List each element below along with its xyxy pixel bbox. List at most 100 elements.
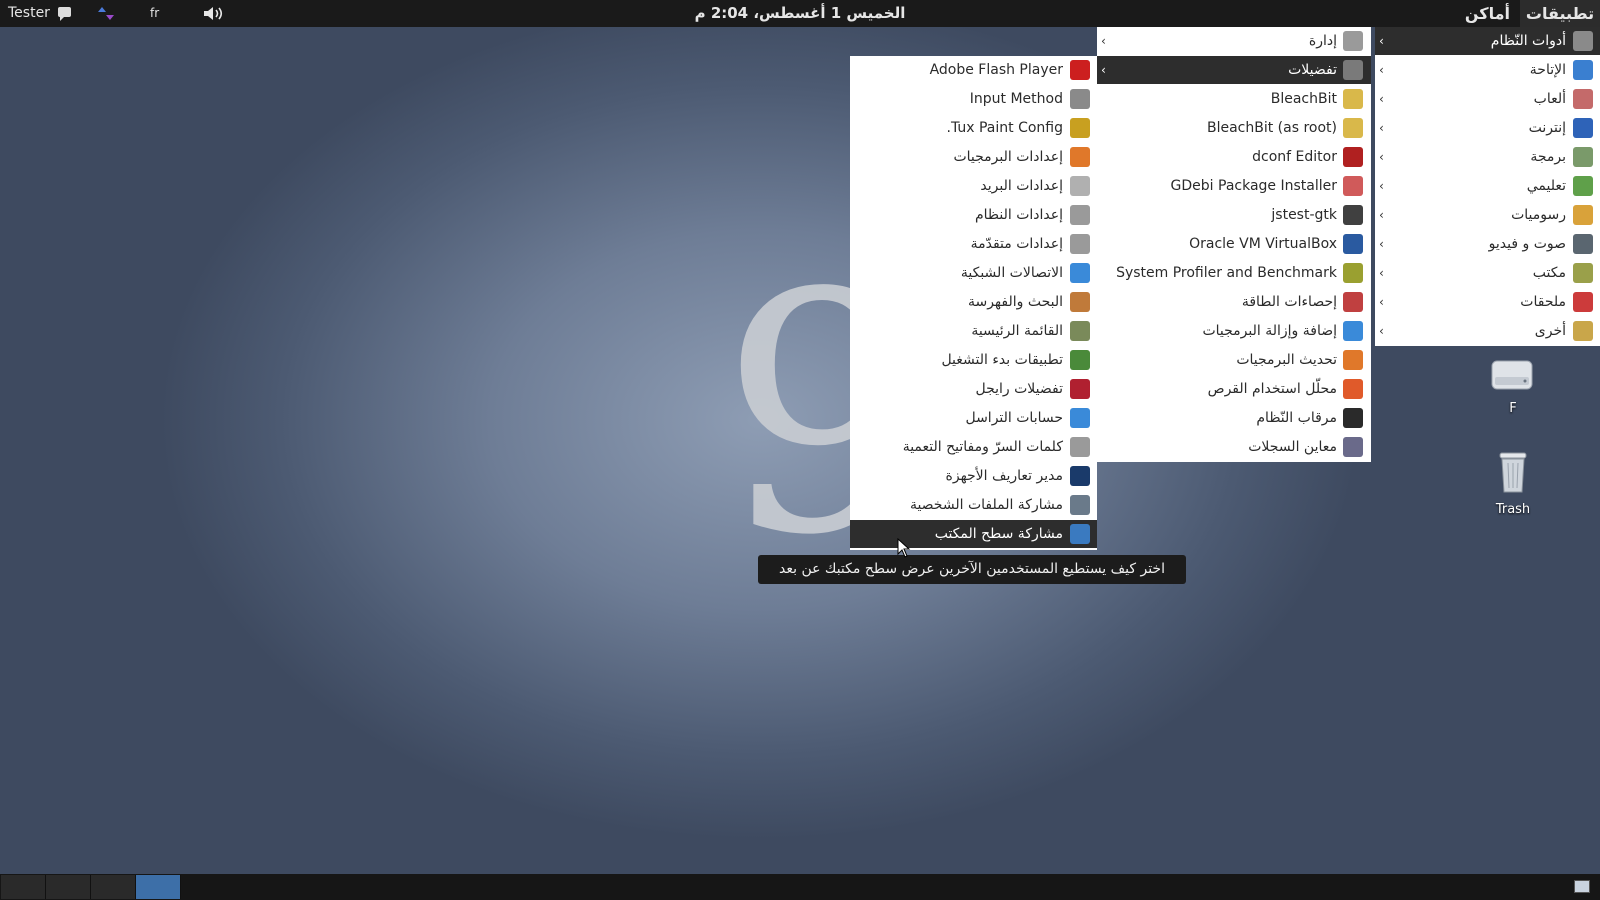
system-tools-item[interactable]: BleachBit (as root) (1097, 114, 1371, 142)
chevron-left-icon: › (1379, 63, 1384, 77)
preferences-item[interactable]: إعدادات النظام (850, 201, 1097, 229)
globe-icon (1573, 118, 1593, 138)
category-item[interactable]: مكتب › (1375, 259, 1600, 287)
programming-icon (1573, 147, 1593, 167)
preferences-item[interactable]: تفضيلات رايجل (850, 375, 1097, 403)
system-tools-item[interactable]: dconf Editor (1097, 143, 1371, 171)
system-tools-item-label: إحصاءات الطاقة (1241, 294, 1337, 310)
preferences-item-label: إعدادات البرمجيات (953, 149, 1063, 165)
system-settings-icon (1070, 205, 1090, 225)
broom-icon (1343, 118, 1363, 138)
system-tools-item[interactable]: إدارة › (1097, 27, 1371, 55)
preferences-item[interactable]: مشاركة سطح المكتب (850, 520, 1097, 548)
chevron-left-icon: › (1379, 150, 1384, 164)
system-tools-item-label: BleachBit (as root) (1206, 120, 1337, 136)
volume-icon[interactable] (203, 5, 225, 22)
user-menu[interactable]: Tester (8, 0, 50, 27)
workspace-2[interactable] (46, 875, 91, 899)
system-tools-item[interactable]: jstest-gtk (1097, 201, 1371, 229)
workspace-1[interactable] (1, 875, 46, 899)
workspace-4[interactable] (136, 875, 181, 899)
chevron-left-icon: › (1379, 92, 1384, 106)
preferences-item[interactable]: مدير تعاريف الأجهزة (850, 462, 1097, 490)
desktop-drive-f[interactable]: F (1473, 357, 1553, 417)
preferences-item-label: Tux Paint Config. (946, 120, 1063, 136)
category-item[interactable]: ألعاب › (1375, 85, 1600, 113)
mail-settings-icon (1070, 176, 1090, 196)
preferences-item[interactable]: القائمة الرئيسية (850, 317, 1097, 345)
preferences-item[interactable]: Input Method (850, 85, 1097, 113)
preferences-item[interactable]: الاتصالات الشبكية (850, 259, 1097, 287)
preferences-item-label: الاتصالات الشبكية (960, 265, 1063, 281)
system-tools-item[interactable]: GDebi Package Installer (1097, 172, 1371, 200)
system-tools-item[interactable]: محلّل استخدام القرص (1097, 375, 1371, 403)
category-item[interactable]: برمجة › (1375, 143, 1600, 171)
category-item[interactable]: ملحقات › (1375, 288, 1600, 316)
bottom-panel (0, 874, 1600, 900)
system-tools-item[interactable]: إضافة وإزالة البرمجيات (1097, 317, 1371, 345)
search-index-icon (1070, 292, 1090, 312)
flash-icon (1070, 60, 1090, 80)
system-tools-item[interactable]: إحصاءات الطاقة (1097, 288, 1371, 316)
chat-bubble-icon[interactable] (58, 7, 71, 21)
show-desktop-icon[interactable] (1574, 880, 1590, 893)
log-viewer-icon (1343, 437, 1363, 457)
system-tools-item[interactable]: تفضيلات › (1097, 56, 1371, 84)
preferences-item[interactable]: حسابات التراسل (850, 404, 1097, 432)
category-item[interactable]: صوت و فيديو › (1375, 230, 1600, 258)
profiler-icon (1343, 263, 1363, 283)
preferences-item[interactable]: تطبيقات بدء التشغيل (850, 346, 1097, 374)
chat-accounts-icon (1070, 408, 1090, 428)
administration-icon (1343, 31, 1363, 51)
category-item[interactable]: الإتاحة › (1375, 56, 1600, 84)
keyboard-layout-indicator[interactable]: fr (150, 0, 159, 27)
applications-menu[interactable]: تطبيقات (1520, 0, 1600, 27)
chevron-left-icon: › (1379, 179, 1384, 193)
preferences-item[interactable]: إعدادات البريد (850, 172, 1097, 200)
chevron-left-icon: › (1379, 324, 1384, 338)
system-tools-item-label: Oracle VM VirtualBox (1189, 236, 1337, 252)
category-item[interactable]: تعليمي › (1375, 172, 1600, 200)
category-item[interactable]: إنترنت › (1375, 114, 1600, 142)
preferences-item[interactable]: إعدادات متقدّمة (850, 230, 1097, 258)
accessibility-icon (1573, 60, 1593, 80)
category-item-label: ملحقات (1520, 294, 1566, 310)
category-item-label: صوت و فيديو (1488, 236, 1566, 252)
category-item[interactable]: رسوميات › (1375, 201, 1600, 229)
preferences-item-label: كلمات السرّ ومفاتيح التعمية (902, 439, 1063, 455)
system-tools-item[interactable]: BleachBit (1097, 85, 1371, 113)
drive-label: F (1509, 401, 1517, 416)
category-item[interactable]: أدوات النّظام › (1375, 27, 1600, 55)
category-item[interactable]: أخرى › (1375, 317, 1600, 345)
system-tools-item[interactable]: System Profiler and Benchmark (1097, 259, 1371, 287)
disk-usage-icon (1343, 379, 1363, 399)
clock[interactable]: الخميس 1 أغسطس، 2:04 م (560, 0, 1040, 27)
category-item-label: مكتب (1532, 265, 1566, 281)
system-tools-item-label: مرقاب النّظام (1256, 410, 1337, 426)
system-tools-item[interactable]: مرقاب النّظام (1097, 404, 1371, 432)
preferences-item[interactable]: البحث والفهرسة (850, 288, 1097, 316)
chevron-left-icon: › (1379, 266, 1384, 280)
workspace-3[interactable] (91, 875, 136, 899)
preferences-item[interactable]: إعدادات البرمجيات (850, 143, 1097, 171)
preferences-item-label: إعدادات البريد (980, 178, 1063, 194)
virtualbox-icon (1343, 234, 1363, 254)
places-menu[interactable]: أماكن (1465, 0, 1510, 27)
chevron-left-icon: › (1379, 121, 1384, 135)
preferences-item[interactable]: كلمات السرّ ومفاتيح التعمية (850, 433, 1097, 461)
driver-manager-icon (1070, 466, 1090, 486)
system-tools-item[interactable]: Oracle VM VirtualBox (1097, 230, 1371, 258)
system-tools-item[interactable]: معاين السجلات (1097, 433, 1371, 461)
preferences-item[interactable]: Tux Paint Config. (850, 114, 1097, 142)
chevron-left-icon: › (1379, 295, 1384, 309)
remmina-icon (1070, 379, 1090, 399)
network-icon[interactable] (96, 5, 116, 22)
preferences-item-label: Input Method (969, 91, 1063, 107)
desktop-trash[interactable]: Trash (1473, 450, 1553, 520)
chevron-left-icon: › (1379, 34, 1384, 48)
preferences-item[interactable]: مشاركة الملفات الشخصية (850, 491, 1097, 519)
system-tools-item[interactable]: تحديث البرمجيات (1097, 346, 1371, 374)
category-item-label: أدوات النّظام (1490, 33, 1566, 49)
applications-category-menu: أدوات النّظام › الإتاحة › ألعاب › إنترنت › برمجة… (1375, 27, 1600, 346)
preferences-item[interactable]: Adobe Flash Player (850, 56, 1097, 84)
